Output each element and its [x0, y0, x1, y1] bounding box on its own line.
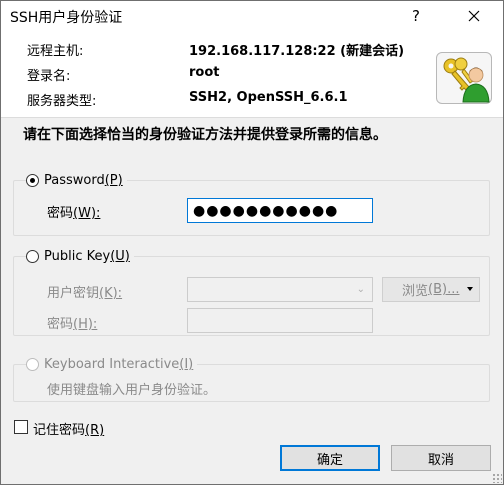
password-input[interactable]: ●●●●●●●●●●● — [187, 198, 373, 223]
keyboard-description: 使用键盘输入用户身份验证。 — [47, 383, 217, 398]
server-label: 服务器类型: — [27, 94, 97, 109]
keyboard-radio-label: Keyboard Interactive(I) — [44, 357, 194, 372]
ok-button[interactable]: 确定 — [280, 445, 380, 471]
window-title: SSH用户身份验证 — [10, 10, 123, 26]
instruction-text: 请在下面选择恰当的身份验证方法并提供登录所需的信息。 — [23, 127, 387, 143]
close-icon — [468, 10, 480, 22]
password-radio-label: Password(P) — [44, 173, 123, 188]
radio-checked-icon — [26, 174, 39, 187]
password-masked-value: ●●●●●●●●●●● — [193, 203, 339, 219]
host-label: 远程主机: — [27, 44, 84, 59]
user-key-select[interactable]: ⌄ — [187, 277, 373, 302]
passphrase-label: 密码(H): — [47, 317, 98, 332]
radio-disabled-icon — [26, 358, 39, 371]
host-value: 192.168.117.128:22 (新建会话) — [189, 44, 405, 59]
user-keys-icon — [436, 52, 492, 104]
browse-accel: (B)... — [428, 282, 460, 297]
close-button[interactable] — [452, 0, 496, 32]
dropdown-arrow-icon — [467, 287, 473, 291]
user-label: 登录名: — [27, 69, 71, 84]
remember-checkbox[interactable] — [14, 420, 28, 434]
publickey-radio[interactable]: Public Key(U) — [26, 249, 134, 264]
title-bar: SSH用户身份验证 ? — [0, 0, 504, 32]
password-radio[interactable]: Password(P) — [26, 173, 127, 188]
browse-button[interactable]: 浏览 (B)... — [382, 277, 480, 302]
resize-grip[interactable] — [492, 473, 502, 483]
radio-unchecked-icon — [26, 250, 39, 263]
keyboard-radio[interactable]: Keyboard Interactive(I) — [26, 357, 198, 372]
publickey-radio-label: Public Key(U) — [44, 249, 130, 264]
user-value: root — [189, 65, 220, 80]
browse-label: 浏览 — [402, 284, 429, 299]
cancel-button[interactable]: 取消 — [391, 445, 491, 471]
server-value: SSH2, OpenSSH_6.6.1 — [189, 90, 348, 105]
passphrase-input[interactable] — [187, 308, 373, 333]
chevron-down-icon: ⌄ — [356, 284, 365, 295]
remember-label[interactable]: 记住密码(R) — [33, 419, 104, 438]
user-key-label: 用户密钥(K): — [47, 286, 123, 301]
help-button[interactable]: ? — [398, 0, 434, 32]
password-field-label: 密码(W): — [47, 206, 101, 221]
